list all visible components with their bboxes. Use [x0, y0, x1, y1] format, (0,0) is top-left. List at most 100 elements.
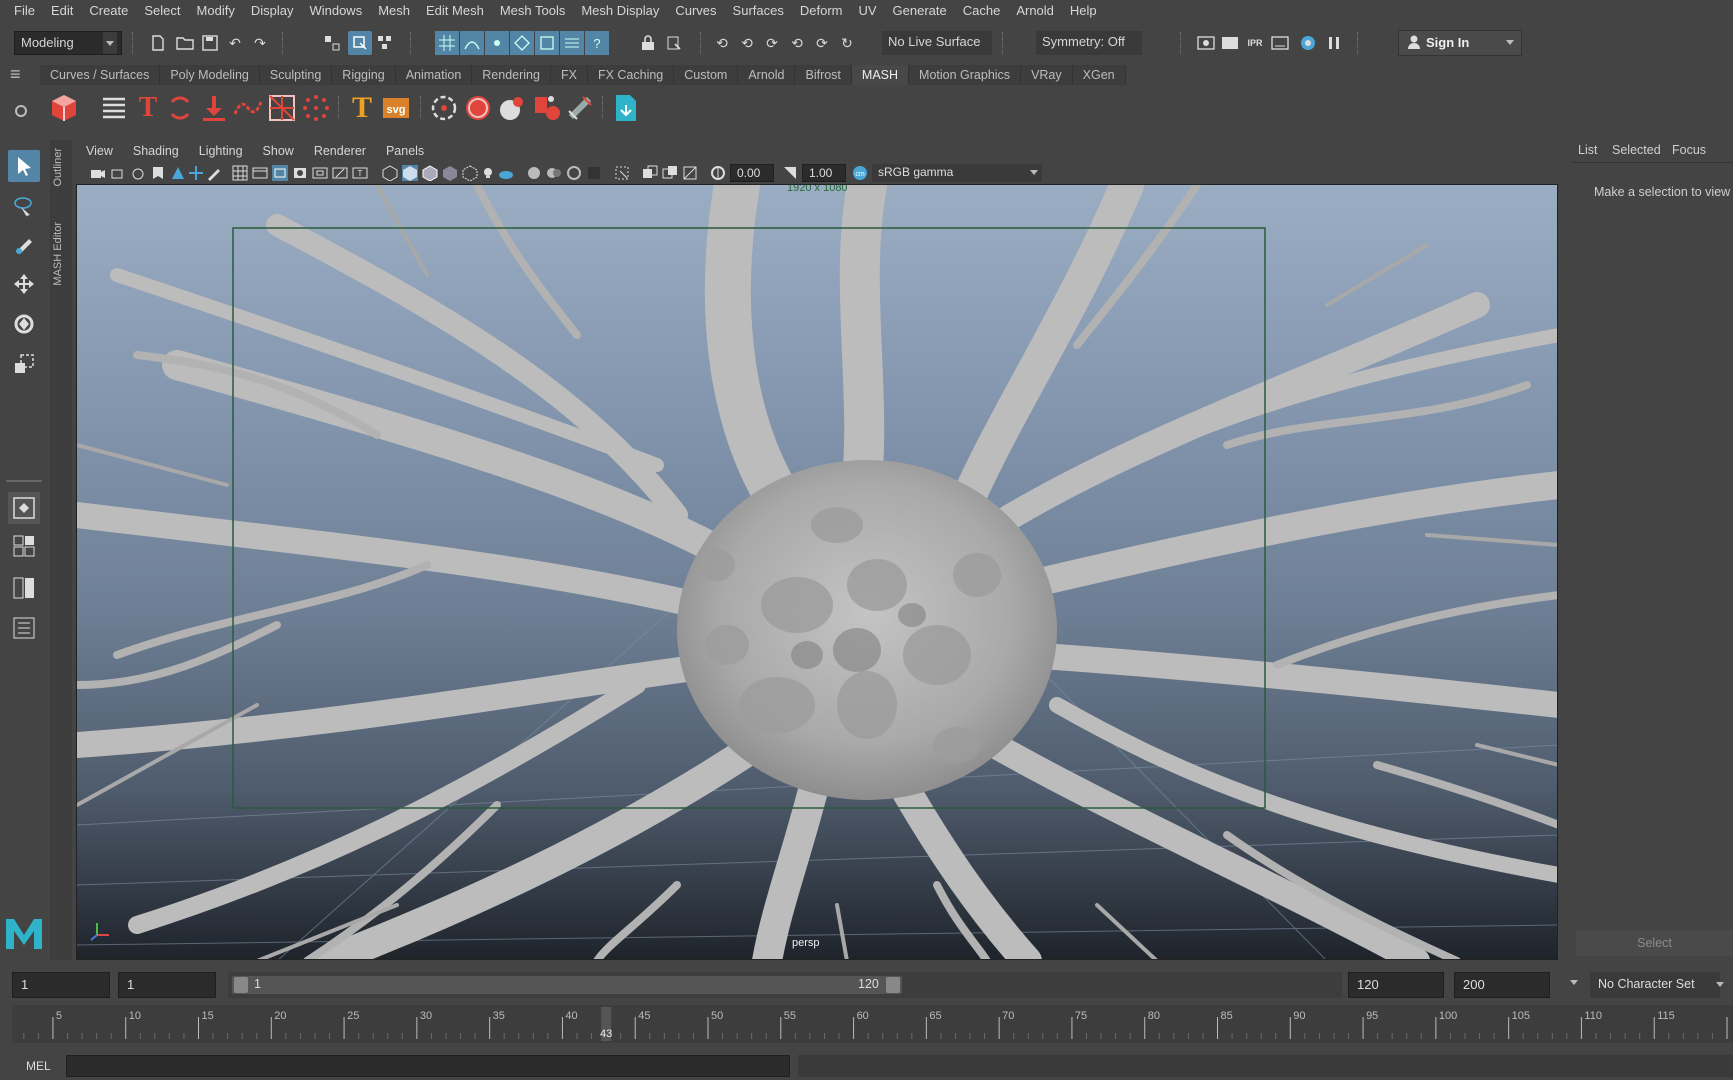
construction-history-icon[interactable]: ⟲: [787, 33, 807, 53]
exposure-field[interactable]: 0.00: [730, 164, 774, 182]
range-slider-bar[interactable]: 1 120: [232, 976, 902, 994]
mash-dynamics-icon[interactable]: [428, 92, 460, 124]
shelf-tab-motion-graphics[interactable]: Motion Graphics: [909, 65, 1022, 85]
select-camera-icon[interactable]: [90, 165, 106, 181]
motion-blur-icon[interactable]: [546, 165, 562, 181]
tab-focus[interactable]: Focus: [1672, 143, 1706, 157]
shelf-tab-rigging[interactable]: Rigging: [332, 65, 396, 85]
shelf-tab-sculpting[interactable]: Sculpting: [259, 65, 333, 85]
wireframe-icon[interactable]: [382, 165, 398, 182]
tool-options-icon[interactable]: ⟳: [812, 33, 832, 53]
depth-of-field-icon[interactable]: [586, 165, 602, 181]
panel-menu-lighting[interactable]: Lighting: [189, 144, 253, 158]
save-scene-icon[interactable]: [200, 33, 220, 53]
open-scene-icon[interactable]: [175, 33, 195, 53]
refresh-icon[interactable]: ↻: [837, 33, 857, 53]
textured-icon[interactable]: [442, 165, 458, 181]
render-frame-icon[interactable]: [1220, 33, 1240, 53]
shelf-tab-fx-caching[interactable]: FX Caching: [587, 65, 675, 85]
mash-grid-icon[interactable]: [266, 92, 298, 124]
input-ops-icon[interactable]: ⟲: [737, 33, 757, 53]
range-slider-end-handle[interactable]: [886, 977, 900, 993]
tab-mash-editor[interactable]: MASH Editor: [52, 222, 64, 286]
menu-generate[interactable]: Generate: [885, 3, 955, 18]
select-by-object-icon[interactable]: [348, 31, 372, 55]
paint-select-tool-icon[interactable]: [8, 228, 40, 260]
render-view-icon[interactable]: [1196, 33, 1216, 53]
shelf-menu-icon[interactable]: ≡: [10, 65, 30, 88]
shelf-tab-rendering[interactable]: Rendering: [472, 65, 551, 85]
ipr-render-icon[interactable]: IPR: [1245, 33, 1265, 53]
camera-attributes-icon[interactable]: [110, 165, 126, 181]
xray-icon[interactable]: [642, 165, 658, 181]
range-slider-start-handle[interactable]: [234, 977, 248, 993]
panel-menu-panels[interactable]: Panels: [376, 144, 434, 158]
mash-curve-icon[interactable]: [232, 92, 264, 124]
panel-menu-renderer[interactable]: Renderer: [304, 144, 376, 158]
svg-tool-icon[interactable]: svg: [380, 92, 412, 124]
anti-aliasing-icon[interactable]: [566, 165, 582, 181]
mash-place-icon[interactable]: [198, 92, 230, 124]
twod-pan-zoom-icon[interactable]: [170, 165, 186, 181]
gamma-field[interactable]: 1.00: [802, 164, 846, 182]
snap-to-curve-icon[interactable]: [460, 31, 484, 55]
sign-in-button[interactable]: Sign In: [1398, 30, 1522, 56]
type-tool-icon[interactable]: T: [346, 91, 378, 124]
xray-active-icon[interactable]: [662, 165, 678, 181]
menu-help[interactable]: Help: [1062, 3, 1105, 18]
move-tool-icon[interactable]: [8, 268, 40, 300]
animation-end-field[interactable]: 200: [1454, 972, 1550, 998]
menu-file[interactable]: File: [6, 3, 43, 18]
menu-curves[interactable]: Curves: [667, 3, 724, 18]
pause-icon[interactable]: [1324, 33, 1344, 53]
history-icon[interactable]: [664, 33, 684, 53]
lasso-tool-icon[interactable]: [8, 190, 40, 222]
command-language-toggle[interactable]: MEL: [12, 1056, 62, 1076]
shadows-icon[interactable]: [498, 165, 514, 181]
shelf-tab-xgen[interactable]: XGen: [1072, 65, 1126, 85]
scale-tool-icon[interactable]: [8, 348, 40, 380]
animation-start-field[interactable]: 1: [12, 972, 110, 998]
shelf-tab-fx[interactable]: FX: [550, 65, 588, 85]
perspective-viewport[interactable]: 1920 x 1080 persp: [76, 184, 1558, 960]
output-ops-icon[interactable]: ⟳: [762, 33, 782, 53]
isolate-select-icon[interactable]: [614, 165, 630, 181]
shelf-tab-mash[interactable]: MASH: [851, 65, 910, 85]
mode-dropdown[interactable]: Modeling: [14, 31, 122, 55]
select-by-component-icon[interactable]: [375, 33, 395, 53]
menu-display[interactable]: Display: [243, 3, 302, 18]
symmetry-dropdown[interactable]: Symmetry: Off: [1036, 31, 1142, 55]
exposure-icon[interactable]: [710, 165, 726, 181]
wireframe-on-shaded-icon[interactable]: [422, 165, 438, 182]
mash-create-network-icon[interactable]: [48, 92, 80, 124]
shelf-tab-arnold[interactable]: Arnold: [738, 65, 796, 85]
chevron-down-icon[interactable]: [1570, 980, 1578, 985]
panel-menu-view[interactable]: View: [76, 144, 123, 158]
snap-to-view-plane-icon[interactable]: [535, 31, 559, 55]
menu-surfaces[interactable]: Surfaces: [725, 3, 792, 18]
select-tool-icon[interactable]: [8, 150, 40, 182]
menu-windows[interactable]: Windows: [301, 3, 370, 18]
shelf-tab-animation[interactable]: Animation: [395, 65, 473, 85]
mash-signal-icon[interactable]: [496, 92, 528, 124]
menu-create[interactable]: Create: [81, 3, 136, 18]
menu-arnold[interactable]: Arnold: [1008, 3, 1062, 18]
safe-action-icon[interactable]: [332, 165, 348, 181]
time-slider-track[interactable]: 5 10 15 20 25 30 35 40 45 50 55 60 65 70 75 80 85 90 95 100…: [12, 1005, 1733, 1043]
shelf-tab-curves-surfaces[interactable]: Curves / Surfaces: [40, 65, 161, 85]
use-all-lights-icon[interactable]: [462, 165, 478, 182]
film-gate-icon[interactable]: [252, 165, 268, 181]
mash-export-icon[interactable]: [610, 92, 642, 124]
outliner-layout-icon[interactable]: [8, 612, 40, 644]
time-slider[interactable]: 5 10 15 20 25 30 35 40 45 50 55 60 65 70 75 80 85 90 95 100…: [0, 1005, 1733, 1047]
mash-satellite-icon[interactable]: [564, 92, 596, 124]
image-plane-icon[interactable]: [150, 165, 166, 181]
mash-world-icon[interactable]: [462, 92, 494, 124]
panel-menu-shading[interactable]: Shading: [123, 144, 189, 158]
grid-toggle-icon[interactable]: [232, 165, 248, 181]
select-by-hierarchy-icon[interactable]: [322, 33, 342, 53]
lasso-input-icon[interactable]: ⟲: [712, 33, 732, 53]
screen-space-ao-icon[interactable]: [526, 165, 542, 181]
lock-icon[interactable]: [638, 33, 658, 53]
shelf-tab-vray[interactable]: VRay: [1021, 65, 1073, 85]
